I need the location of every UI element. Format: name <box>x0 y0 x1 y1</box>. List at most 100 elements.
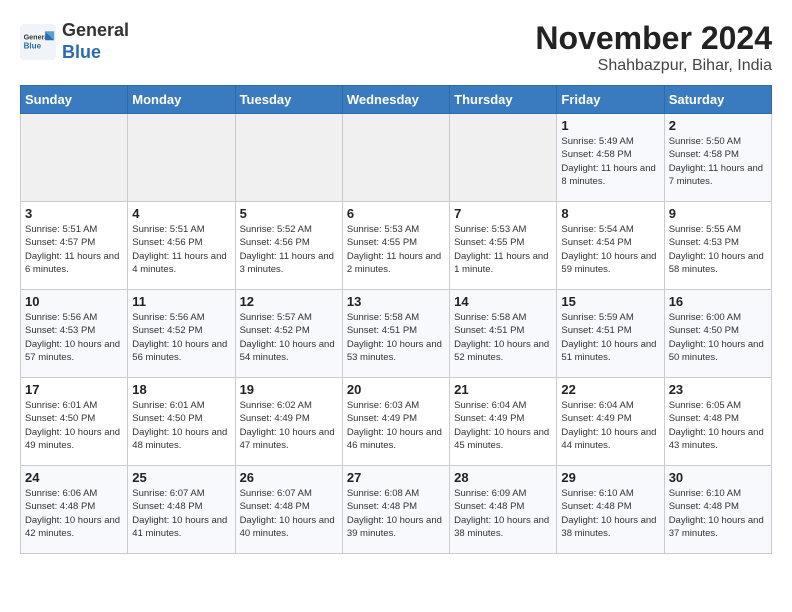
day-number: 18 <box>132 382 230 397</box>
calendar-cell: 21 Sunrise: 6:04 AM Sunset: 4:49 PM Dayli… <box>450 378 557 466</box>
calendar-cell <box>450 114 557 202</box>
day-number: 30 <box>669 470 767 485</box>
day-number: 15 <box>561 294 659 309</box>
day-info: Sunrise: 6:07 AM Sunset: 4:48 PM Dayligh… <box>240 487 338 540</box>
day-number: 14 <box>454 294 552 309</box>
day-info: Sunrise: 5:53 AM Sunset: 4:55 PM Dayligh… <box>347 223 445 276</box>
day-number: 23 <box>669 382 767 397</box>
logo-icon: General Blue <box>20 24 56 60</box>
day-info: Sunrise: 5:56 AM Sunset: 4:52 PM Dayligh… <box>132 311 230 364</box>
calendar-cell: 24 Sunrise: 6:06 AM Sunset: 4:48 PM Dayli… <box>21 466 128 554</box>
day-info: Sunrise: 5:59 AM Sunset: 4:51 PM Dayligh… <box>561 311 659 364</box>
calendar-cell: 26Sunrise: 6:07 AM Sunset: 4:48 PM Dayli… <box>235 466 342 554</box>
calendar-cell: 3 Sunrise: 5:51 AM Sunset: 4:57 PM Daylig… <box>21 202 128 290</box>
day-number: 4 <box>132 206 230 221</box>
calendar-week-3: 10 Sunrise: 5:56 AM Sunset: 4:53 PM Dayli… <box>21 290 772 378</box>
calendar-cell <box>342 114 449 202</box>
weekday-header-row: SundayMondayTuesdayWednesdayThursdayFrid… <box>21 86 772 114</box>
calendar-cell: 15 Sunrise: 5:59 AM Sunset: 4:51 PM Dayli… <box>557 290 664 378</box>
day-info: Sunrise: 6:00 AM Sunset: 4:50 PM Dayligh… <box>669 311 767 364</box>
weekday-header-saturday: Saturday <box>664 86 771 114</box>
day-number: 25 <box>132 470 230 485</box>
calendar-cell <box>235 114 342 202</box>
calendar-cell: 30 Sunrise: 6:10 AM Sunset: 4:48 PM Dayli… <box>664 466 771 554</box>
weekday-header-friday: Friday <box>557 86 664 114</box>
calendar-cell: 1Sunrise: 5:49 AM Sunset: 4:58 PM Daylig… <box>557 114 664 202</box>
day-number: 20 <box>347 382 445 397</box>
calendar-cell: 28 Sunrise: 6:09 AM Sunset: 4:48 PM Dayli… <box>450 466 557 554</box>
day-info: Sunrise: 6:03 AM Sunset: 4:49 PM Dayligh… <box>347 399 445 452</box>
day-number: 28 <box>454 470 552 485</box>
calendar-cell: 18 Sunrise: 6:01 AM Sunset: 4:50 PM Dayli… <box>128 378 235 466</box>
svg-text:Blue: Blue <box>24 41 42 50</box>
calendar-cell <box>128 114 235 202</box>
calendar-cell: 4 Sunrise: 5:51 AM Sunset: 4:56 PM Daylig… <box>128 202 235 290</box>
day-info: Sunrise: 6:04 AM Sunset: 4:49 PM Dayligh… <box>561 399 659 452</box>
calendar-week-5: 24 Sunrise: 6:06 AM Sunset: 4:48 PM Dayli… <box>21 466 772 554</box>
logo-text: General Blue <box>62 20 129 63</box>
calendar-cell: 16 Sunrise: 6:00 AM Sunset: 4:50 PM Dayli… <box>664 290 771 378</box>
day-number: 21 <box>454 382 552 397</box>
calendar-cell: 11 Sunrise: 5:56 AM Sunset: 4:52 PM Dayli… <box>128 290 235 378</box>
day-info: Sunrise: 5:53 AM Sunset: 4:55 PM Dayligh… <box>454 223 552 276</box>
calendar-cell: 9 Sunrise: 5:55 AM Sunset: 4:53 PM Daylig… <box>664 202 771 290</box>
day-number: 8 <box>561 206 659 221</box>
day-info: Sunrise: 6:09 AM Sunset: 4:48 PM Dayligh… <box>454 487 552 540</box>
day-number: 16 <box>669 294 767 309</box>
day-info: Sunrise: 6:10 AM Sunset: 4:48 PM Dayligh… <box>669 487 767 540</box>
day-number: 10 <box>25 294 123 309</box>
day-info: Sunrise: 5:56 AM Sunset: 4:53 PM Dayligh… <box>25 311 123 364</box>
weekday-header-wednesday: Wednesday <box>342 86 449 114</box>
day-info: Sunrise: 5:51 AM Sunset: 4:56 PM Dayligh… <box>132 223 230 276</box>
calendar-cell: 12 Sunrise: 5:57 AM Sunset: 4:52 PM Dayli… <box>235 290 342 378</box>
day-info: Sunrise: 5:54 AM Sunset: 4:54 PM Dayligh… <box>561 223 659 276</box>
day-info: Sunrise: 6:06 AM Sunset: 4:48 PM Dayligh… <box>25 487 123 540</box>
calendar-cell: 23Sunrise: 6:05 AM Sunset: 4:48 PM Dayli… <box>664 378 771 466</box>
day-info: Sunrise: 5:51 AM Sunset: 4:57 PM Dayligh… <box>25 223 123 276</box>
weekday-header-sunday: Sunday <box>21 86 128 114</box>
day-info: Sunrise: 5:50 AM Sunset: 4:58 PM Dayligh… <box>669 135 767 188</box>
calendar-cell: 6 Sunrise: 5:53 AM Sunset: 4:55 PM Daylig… <box>342 202 449 290</box>
day-number: 27 <box>347 470 445 485</box>
calendar-cell: 10 Sunrise: 5:56 AM Sunset: 4:53 PM Dayli… <box>21 290 128 378</box>
day-info: Sunrise: 5:55 AM Sunset: 4:53 PM Dayligh… <box>669 223 767 276</box>
day-number: 1 <box>561 118 659 133</box>
day-number: 19 <box>240 382 338 397</box>
calendar-table: SundayMondayTuesdayWednesdayThursdayFrid… <box>20 85 772 554</box>
calendar-cell: 25 Sunrise: 6:07 AM Sunset: 4:48 PM Dayli… <box>128 466 235 554</box>
month-year-title: November 2024 <box>535 20 772 57</box>
day-number: 17 <box>25 382 123 397</box>
calendar-week-1: 1Sunrise: 5:49 AM Sunset: 4:58 PM Daylig… <box>21 114 772 202</box>
day-number: 3 <box>25 206 123 221</box>
day-info: Sunrise: 5:57 AM Sunset: 4:52 PM Dayligh… <box>240 311 338 364</box>
day-info: Sunrise: 5:52 AM Sunset: 4:56 PM Dayligh… <box>240 223 338 276</box>
day-number: 7 <box>454 206 552 221</box>
day-number: 29 <box>561 470 659 485</box>
day-number: 11 <box>132 294 230 309</box>
day-info: Sunrise: 5:58 AM Sunset: 4:51 PM Dayligh… <box>454 311 552 364</box>
calendar-week-4: 17 Sunrise: 6:01 AM Sunset: 4:50 PM Dayli… <box>21 378 772 466</box>
day-number: 12 <box>240 294 338 309</box>
day-info: Sunrise: 6:01 AM Sunset: 4:50 PM Dayligh… <box>25 399 123 452</box>
calendar-cell: 29Sunrise: 6:10 AM Sunset: 4:48 PM Dayli… <box>557 466 664 554</box>
day-info: Sunrise: 6:04 AM Sunset: 4:49 PM Dayligh… <box>454 399 552 452</box>
day-number: 9 <box>669 206 767 221</box>
day-number: 13 <box>347 294 445 309</box>
day-info: Sunrise: 6:07 AM Sunset: 4:48 PM Dayligh… <box>132 487 230 540</box>
calendar-cell: 27 Sunrise: 6:08 AM Sunset: 4:48 PM Dayli… <box>342 466 449 554</box>
calendar-week-2: 3 Sunrise: 5:51 AM Sunset: 4:57 PM Daylig… <box>21 202 772 290</box>
day-number: 6 <box>347 206 445 221</box>
weekday-header-thursday: Thursday <box>450 86 557 114</box>
calendar-cell: 20 Sunrise: 6:03 AM Sunset: 4:49 PM Dayli… <box>342 378 449 466</box>
calendar-cell: 17 Sunrise: 6:01 AM Sunset: 4:50 PM Dayli… <box>21 378 128 466</box>
day-info: Sunrise: 6:02 AM Sunset: 4:49 PM Dayligh… <box>240 399 338 452</box>
day-info: Sunrise: 6:01 AM Sunset: 4:50 PM Dayligh… <box>132 399 230 452</box>
calendar-cell: 14 Sunrise: 5:58 AM Sunset: 4:51 PM Dayli… <box>450 290 557 378</box>
calendar-cell: 2Sunrise: 5:50 AM Sunset: 4:58 PM Daylig… <box>664 114 771 202</box>
day-info: Sunrise: 5:58 AM Sunset: 4:51 PM Dayligh… <box>347 311 445 364</box>
weekday-header-tuesday: Tuesday <box>235 86 342 114</box>
page-header: General Blue General Blue November 2024 … <box>20 20 772 75</box>
day-number: 24 <box>25 470 123 485</box>
logo: General Blue General Blue <box>20 20 129 63</box>
day-info: Sunrise: 6:08 AM Sunset: 4:48 PM Dayligh… <box>347 487 445 540</box>
